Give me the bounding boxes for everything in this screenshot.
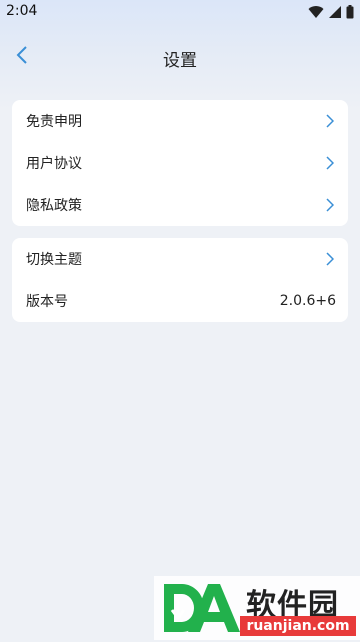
- switch-theme-item[interactable]: 切换主题: [12, 238, 348, 280]
- da-logo-icon: [158, 578, 242, 642]
- chevron-right-icon: [324, 252, 336, 266]
- page-title: 设置: [163, 51, 197, 71]
- privacy-policy-label: 隐私政策: [26, 198, 82, 214]
- chevron-right-icon: [324, 198, 336, 212]
- version-label: 版本号: [26, 294, 68, 310]
- chevron-right-icon: [324, 156, 336, 170]
- battery-icon: [346, 4, 354, 23]
- settings-group-app: 切换主题 版本号 2.0.6+6: [12, 238, 348, 322]
- status-bar: 2:04: [0, 0, 360, 24]
- chevron-right-icon: [324, 114, 336, 128]
- user-agreement-item[interactable]: 用户协议: [12, 142, 348, 184]
- wifi-icon: [308, 4, 324, 23]
- version-value: 2.0.6+6: [279, 293, 336, 309]
- watermark-text-en: ruanjian.com: [240, 616, 356, 636]
- watermark: 软件园 ruanjian.com: [154, 576, 360, 640]
- disclaimer-label: 免责申明: [26, 114, 82, 130]
- settings-group-legal: 免责申明 用户协议 隐私政策: [12, 100, 348, 226]
- signal-icon: [328, 4, 342, 23]
- disclaimer-item[interactable]: 免责申明: [12, 100, 348, 142]
- status-icons: [308, 4, 354, 23]
- version-item: 版本号 2.0.6+6: [12, 280, 348, 322]
- switch-theme-label: 切换主题: [26, 252, 82, 268]
- status-time: 2:04: [6, 3, 38, 19]
- privacy-policy-item[interactable]: 隐私政策: [12, 184, 348, 226]
- user-agreement-label: 用户协议: [26, 156, 82, 172]
- navigation-bar: 设置: [0, 36, 360, 78]
